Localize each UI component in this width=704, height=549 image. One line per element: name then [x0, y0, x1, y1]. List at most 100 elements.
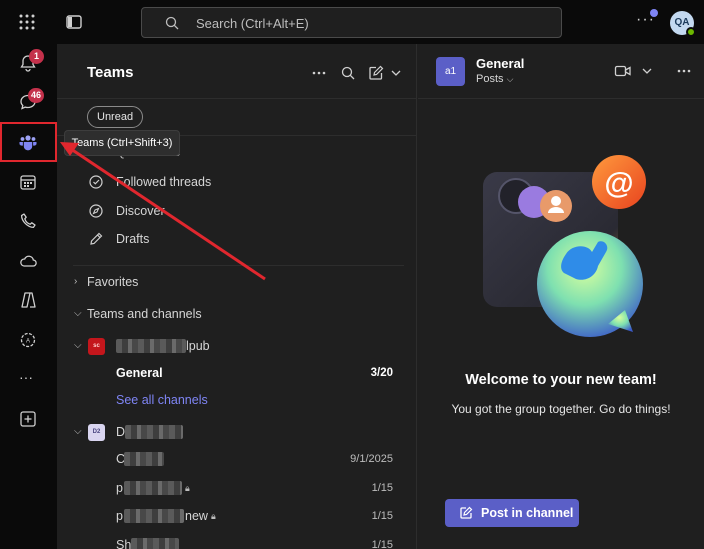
rail-onedrive[interactable] — [0, 242, 57, 280]
channel-date: 1/15 — [371, 510, 393, 522]
followed-threads-item[interactable]: Followed threads — [57, 170, 417, 196]
team-name-label: D — [116, 425, 126, 439]
channel-item[interactable]: p 🔒︎ 1/15 — [57, 476, 417, 502]
channel-name: p — [116, 509, 123, 523]
discover-label: Discover — [116, 204, 165, 218]
toggle-panel-icon[interactable] — [64, 12, 84, 32]
channel-pane: a1 General Posts ⌵ @ Welcome to your new… — [418, 44, 704, 549]
divider — [418, 98, 704, 99]
chevron-right-icon: › — [74, 276, 78, 287]
posts-tab[interactable]: Posts ⌵ — [476, 73, 513, 85]
app-launcher-icon[interactable] — [16, 11, 38, 33]
team-avatar: sc — [88, 338, 105, 355]
calendar-icon — [20, 175, 36, 190]
channel-item[interactable]: C 9/1/2025 — [57, 447, 417, 473]
channel-date: 1/15 — [371, 539, 393, 549]
welcome-heading: Welcome to your new team! — [465, 372, 657, 388]
chevron-down-icon: ⌵ — [74, 340, 82, 351]
team-item[interactable]: ⌵ sc lpub — [57, 334, 417, 360]
followed-threads-label: Followed threads — [116, 175, 212, 189]
welcome-subtext: You got the group together. Go do things… — [451, 402, 671, 416]
channel-name-suffix: new — [185, 509, 208, 523]
channel-date: 9/1/2025 — [350, 453, 393, 465]
chevron-down-icon[interactable] — [387, 64, 405, 82]
redacted-text — [125, 425, 183, 439]
video-call-icon[interactable] — [614, 63, 632, 79]
rail-add-apps[interactable] — [0, 400, 57, 438]
channel-name: Sh — [116, 538, 132, 549]
more-horizontal-icon[interactable] — [310, 64, 328, 82]
post-in-channel-label: Post in channel — [481, 506, 574, 520]
admin-gear-icon: A — [20, 332, 36, 348]
redacted-text — [116, 339, 186, 353]
cloud-icon — [20, 255, 37, 267]
more-horizontal-icon[interactable] — [676, 63, 692, 79]
copilot-icon — [21, 292, 36, 308]
see-all-channels-label: See all channels — [116, 393, 208, 407]
teams-channels-section[interactable]: ⌵ Teams and channels — [57, 304, 417, 326]
discover-item[interactable]: Discover — [57, 199, 417, 225]
private-lock-icon: 🔒︎ — [185, 483, 190, 493]
activity-badge: 1 — [29, 49, 44, 64]
channel-name: General — [116, 366, 163, 380]
chevron-down-icon: ⌵ — [74, 426, 82, 437]
redacted-text — [124, 509, 184, 523]
channel-item[interactable]: Sh 1/15 — [57, 533, 417, 549]
post-in-channel-button[interactable]: Post in channel — [445, 499, 579, 527]
compose-icon — [460, 506, 473, 519]
rail-apps-admin[interactable]: A — [0, 321, 57, 359]
chevron-down-icon: ⌵ — [74, 308, 82, 319]
rail-copilot[interactable] — [0, 281, 57, 319]
svg-text:A: A — [26, 339, 30, 345]
teams-tooltip: Teams (Ctrl+Shift+3) — [64, 130, 180, 156]
rail-chat[interactable]: 46 — [0, 83, 57, 121]
plus-square-icon — [20, 411, 36, 427]
unread-count: 3/20 — [370, 367, 393, 379]
favorites-label: Favorites — [87, 275, 139, 289]
title-bar: Search (Ctrl+Alt+E) ··· QA — [0, 0, 704, 44]
unread-filter-chip[interactable]: Unread — [87, 106, 144, 128]
drafts-item[interactable]: Drafts — [57, 227, 417, 253]
redacted-text — [124, 481, 182, 495]
more-apps-button: ··· — [19, 369, 33, 385]
channel-item[interactable]: p new 🔒︎ 1/15 — [57, 504, 417, 530]
app-bar: 1 46 A ··· — [0, 44, 57, 549]
channel-name: p — [116, 481, 123, 495]
team-item[interactable]: ⌵ D2 D — [57, 420, 417, 446]
notification-dot — [650, 9, 658, 17]
compass-icon — [89, 204, 103, 218]
search-box[interactable]: Search (Ctrl+Alt+E) — [141, 7, 562, 38]
search-placeholder: Search (Ctrl+Alt+E) — [196, 16, 309, 31]
channel-general[interactable]: General 3/20 — [57, 361, 417, 387]
rail-calendar[interactable] — [0, 163, 57, 201]
search-icon[interactable] — [339, 64, 357, 82]
team-avatar: D2 — [88, 424, 105, 441]
divider — [57, 98, 417, 99]
posts-tab-label: Posts — [476, 73, 504, 85]
profile-avatar[interactable]: QA — [670, 11, 696, 37]
channel-title: General — [476, 56, 525, 71]
phone-icon — [20, 213, 36, 229]
redacted-text — [131, 538, 179, 549]
see-all-channels-link[interactable]: See all channels — [57, 388, 417, 414]
pane-title: Teams — [87, 64, 134, 81]
favorites-section[interactable]: › Favorites — [57, 272, 417, 294]
followed-threads-icon — [89, 175, 103, 189]
search-icon — [165, 16, 179, 30]
avatar-initials: QA — [674, 17, 690, 28]
compose-icon[interactable] — [367, 64, 385, 82]
chevron-down-icon[interactable] — [640, 63, 654, 79]
svg-text:@: @ — [604, 167, 633, 200]
team-name-label: lpub — [186, 339, 210, 353]
chat-badge: 46 — [28, 88, 45, 103]
rail-more[interactable]: ··· — [0, 360, 57, 398]
presence-available-icon — [686, 27, 696, 37]
teams-list-pane: Teams Unread Quick views Followed thread… — [57, 44, 417, 549]
chevron-down-icon: ⌵ — [506, 74, 514, 84]
welcome-illustration: @ — [483, 155, 646, 337]
drafts-label: Drafts — [116, 232, 150, 246]
highlight-box — [0, 122, 57, 162]
rail-calls[interactable] — [0, 202, 57, 240]
divider — [73, 265, 404, 266]
rail-activity[interactable]: 1 — [0, 44, 57, 82]
